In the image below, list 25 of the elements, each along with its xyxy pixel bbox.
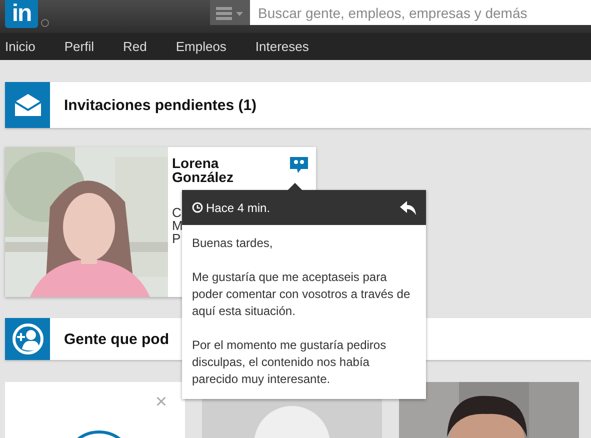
nav-link[interactable]: Intereses: [255, 39, 309, 54]
menu-button[interactable]: [210, 0, 250, 25]
person-detail: M: [172, 219, 183, 232]
nav-link[interactable]: Red: [122, 39, 147, 54]
reply-icon[interactable]: [400, 200, 416, 214]
section-title: Gente que pod: [63, 330, 169, 348]
message-icon[interactable]: [290, 157, 308, 173]
search-field[interactable]: Buscar gente, empleos, empresas y demás: [250, 0, 591, 25]
section-title: Invitaciones pendientes (1): [63, 96, 257, 114]
message-paragraph: Buenas tardes,: [192, 235, 274, 252]
avatar-icon: [254, 404, 330, 438]
menu-icon: [216, 6, 244, 20]
nav-link[interactable]: Perfil: [64, 39, 94, 54]
envelope-icon: [12, 92, 42, 118]
clock-icon: [192, 202, 203, 213]
person-detail: C: [172, 206, 182, 219]
nav-link[interactable]: Inicio: [5, 39, 36, 54]
message-paragraph: Me gustaría que me aceptaseis para poder comentar con vosotros a través de aquí esta situación.: [192, 269, 412, 320]
message-paragraph: Por el momento me gustaría pediros disculpas, el contenido nos había parecido muy interesante.: [192, 337, 388, 388]
person-name[interactable]: Lorena González: [172, 156, 242, 184]
message-time: Hace 4 min.: [206, 200, 270, 214]
registered-icon: [41, 19, 49, 27]
logo[interactable]: in: [5, 0, 38, 28]
nav-link[interactable]: Empleos: [176, 39, 226, 54]
person-detail: P: [172, 232, 181, 245]
